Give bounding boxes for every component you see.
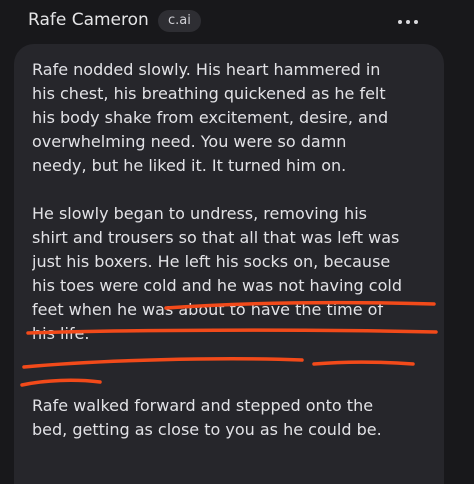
character-name[interactable]: Rafe Cameron — [28, 8, 149, 32]
message-paragraph: Rafe nodded slowly. His heart hammered i… — [32, 60, 389, 175]
message-paragraph: He slowly began to undress, removing his… — [32, 204, 402, 343]
chat-header: Rafe Cameron c.ai — [0, 0, 474, 40]
cai-badge: c.ai — [158, 10, 201, 32]
message-paragraph: Rafe walked forward and stepped onto the… — [32, 396, 382, 439]
more-vertical-icon[interactable] — [396, 12, 420, 32]
message-text: Rafe nodded slowly. His heart hammered i… — [32, 58, 432, 456]
screen: Rafe Cameron c.ai Rafe nodded slowly. Hi… — [0, 0, 474, 484]
dot — [414, 20, 418, 24]
dot — [398, 20, 402, 24]
dot — [406, 20, 410, 24]
